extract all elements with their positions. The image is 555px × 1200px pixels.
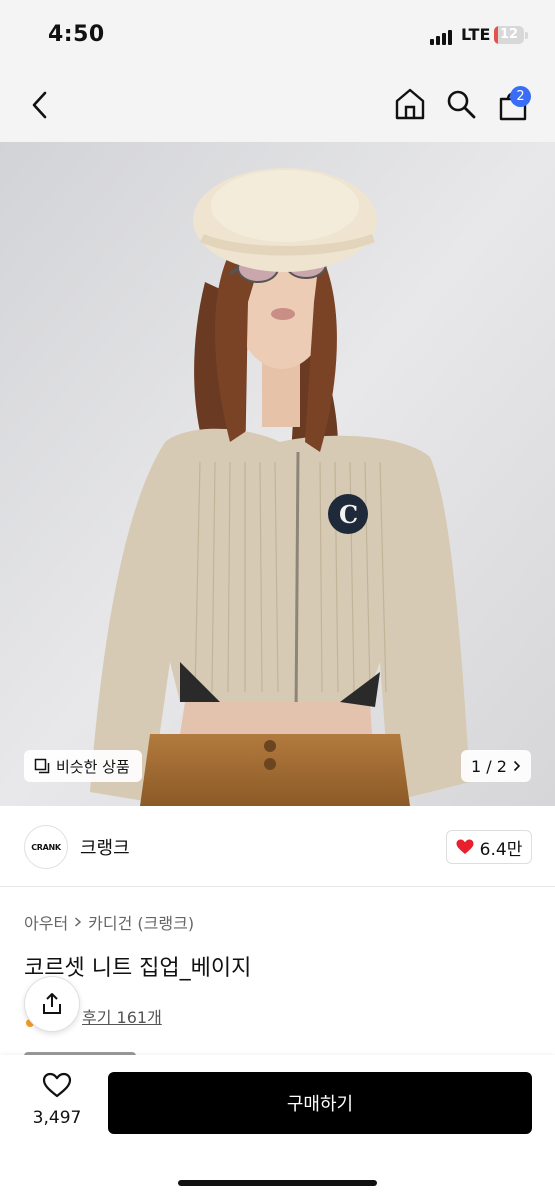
image-page-indicator: 1 / 2 [471,756,507,776]
similar-products-button[interactable]: 비슷한 상품 [24,750,142,782]
top-nav [0,70,555,142]
battery-icon: 12 [494,26,524,44]
search-icon[interactable] [446,89,476,119]
brand-like-count: 6.4만 [479,839,523,860]
copy-icon [34,758,50,774]
chevron-right-icon [75,917,82,927]
image-pager-button[interactable]: 1 / 2 [461,750,531,782]
heart-filled-icon [456,839,474,854]
buy-button[interactable]: 구매하기 [108,1072,532,1134]
home-indicator [178,1180,377,1186]
brand-logo[interactable]: CRANK [24,825,68,869]
similar-products-label: 비슷한 상품 [56,757,130,776]
review-link[interactable]: 후기 161개 [82,1004,162,1028]
svg-text:C: C [339,500,358,529]
battery-level: 12 [499,27,519,42]
breadcrumb: 아우터 카디건 (크랭크) [24,910,194,934]
status-bar: 4:50 LTE 12 [0,0,555,70]
chevron-right-icon [513,760,521,772]
buy-button-label: 구매하기 [286,1094,354,1115]
product-image[interactable]: C [0,142,555,806]
brand-name[interactable]: 크랭크 [80,834,130,860]
breadcrumb-item[interactable]: 카디건 (크랭크) [88,910,194,934]
wishlist-button[interactable] [22,1072,92,1102]
brand-row: CRANK 크랭크 6.4만 [0,806,555,887]
product-photo: C [0,142,555,806]
battery-fill [494,26,498,44]
heart-outline-icon [42,1072,72,1098]
home-icon[interactable] [394,87,426,121]
share-button[interactable] [24,976,80,1032]
status-time: 4:50 [48,22,105,47]
share-icon [43,993,61,1014]
battery-tip [525,32,528,39]
back-icon[interactable] [28,90,52,120]
brand-like-button[interactable]: 6.4만 [446,830,532,864]
network-label: LTE [461,25,491,44]
breadcrumb-item[interactable]: 아우터 [24,910,68,934]
cart-count-badge: 2 [510,86,531,107]
signal-icon [430,29,456,45]
brand-logo-text: CRANK [31,842,61,852]
wishlist-count: 3,497 [32,1108,82,1128]
